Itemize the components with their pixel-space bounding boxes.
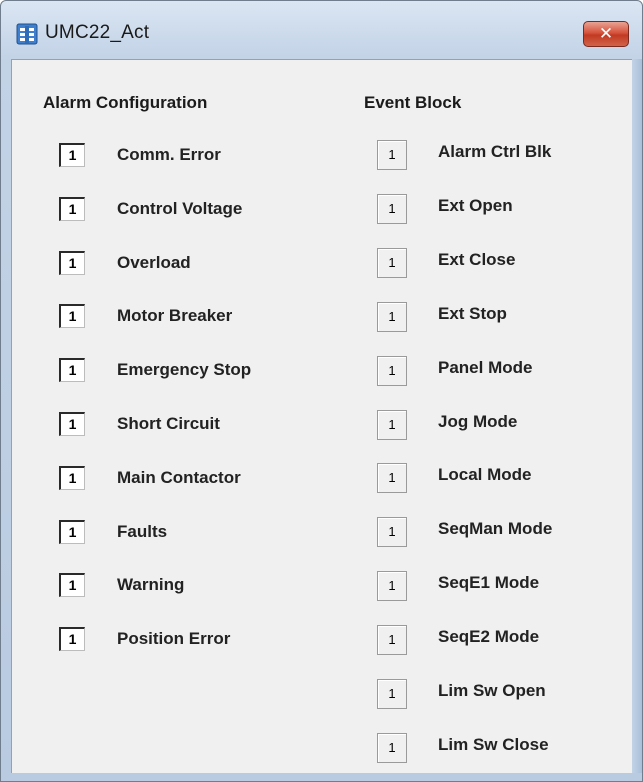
alarm-config-row: 1 Main Contactor: [59, 465, 319, 496]
alarm-config-row: 1 Short Circuit: [59, 412, 319, 442]
event-block-row: 1 SeqMan Mode: [377, 517, 627, 548]
alarm-config-label: Motor Breaker: [117, 306, 233, 326]
alarm-config-value-box[interactable]: 1: [59, 412, 85, 436]
event-block-value-box[interactable]: 1: [377, 409, 407, 440]
event-block-row: 1 Jog Mode: [377, 409, 627, 440]
alarm-config-value-box[interactable]: 1: [59, 358, 85, 383]
alarm-config-label: Overload: [117, 252, 191, 272]
event-block-row: 1 Ext Close: [377, 247, 627, 278]
alarm-config-row: 1 Position Error: [59, 627, 319, 657]
alarm-config-row: 1 Emergency Stop: [59, 358, 319, 388]
event-block-row: 1 SeqE1 Mode: [377, 571, 627, 602]
event-block-label: Panel Mode: [438, 357, 533, 377]
event-block-label: Ext Open: [438, 195, 513, 215]
close-icon: ✕: [598, 24, 614, 43]
event-block-label: SeqMan Mode: [438, 519, 553, 539]
event-block-row: 1 Local Mode: [377, 463, 627, 494]
app-window: UMC22_Act ✕ Alarm Configuration Event Bl…: [0, 0, 643, 782]
event-block-row: 1 SeqE2 Mode: [377, 625, 627, 656]
event-block-row: 1 Ext Stop: [377, 301, 627, 332]
event-block-value-box[interactable]: 1: [377, 517, 407, 548]
event-block-label: Jog Mode: [438, 411, 518, 431]
window-title: UMC22_Act: [45, 22, 150, 43]
window-frame-right: [632, 59, 642, 781]
alarm-config-value-box[interactable]: 1: [59, 519, 85, 544]
event-block-label: SeqE2 Mode: [438, 627, 540, 647]
alarm-config-row: 1 Faults: [59, 519, 319, 550]
event-block-value-box[interactable]: 1: [377, 679, 407, 709]
event-block-label: Ext Close: [438, 249, 516, 269]
alarm-config-label: Emergency Stop: [117, 360, 252, 380]
alarm-config-value-box[interactable]: 1: [59, 196, 85, 221]
event-block-value-box[interactable]: 1: [377, 193, 407, 224]
event-block-value-box[interactable]: 1: [377, 625, 407, 656]
event-block-row: 1 Alarm Ctrl Blk: [377, 140, 627, 170]
client-area: Alarm Configuration Event Block 1 Comm. E…: [11, 59, 634, 775]
alarm-config-label: Control Voltage: [117, 198, 243, 218]
event-block-value-box[interactable]: 1: [377, 140, 407, 170]
event-block-label: Lim Sw Open: [438, 681, 546, 700]
alarm-config-row: 1 Comm. Error: [59, 143, 319, 173]
alarm-config-label: Faults: [117, 521, 168, 541]
alarm-config-label: Position Error: [117, 629, 231, 649]
event-block-row: 1 Lim Sw Open: [377, 679, 627, 709]
event-block-label: Alarm Ctrl Blk: [438, 142, 552, 161]
event-block-heading: Event Block: [364, 93, 462, 112]
title-bar[interactable]: UMC22_Act ✕: [1, 1, 642, 59]
event-block-value-box[interactable]: 1: [377, 247, 407, 278]
app-window-icon: [16, 23, 38, 45]
alarm-config-value-box[interactable]: 1: [59, 250, 85, 275]
event-block-row: 1 Lim Sw Close: [377, 732, 627, 763]
close-button[interactable]: ✕: [583, 21, 629, 47]
alarm-config-row: 1 Warning: [59, 573, 319, 603]
alarm-config-value-box[interactable]: 1: [59, 573, 85, 598]
alarm-config-row: 1 Motor Breaker: [59, 304, 319, 334]
event-block-label: Local Mode: [438, 465, 532, 485]
event-block-value-box[interactable]: 1: [377, 301, 407, 332]
event-block-value-box[interactable]: 1: [377, 571, 407, 602]
alarm-config-value-box[interactable]: 1: [59, 143, 85, 167]
event-block-value-box[interactable]: 1: [377, 463, 407, 494]
alarm-config-label: Comm. Error: [117, 145, 221, 164]
event-block-row: 1 Ext Open: [377, 193, 627, 224]
event-block-label: SeqE1 Mode: [438, 573, 540, 593]
event-block-row: 1 Panel Mode: [377, 355, 627, 386]
alarm-config-value-box[interactable]: 1: [59, 304, 85, 329]
alarm-config-label: Short Circuit: [117, 414, 220, 433]
event-block-value-box[interactable]: 1: [377, 732, 407, 763]
alarm-config-label: Warning: [117, 575, 185, 595]
event-block-value-box[interactable]: 1: [377, 355, 407, 386]
event-block-label: Ext Stop: [438, 303, 507, 323]
alarm-config-label: Main Contactor: [117, 467, 241, 487]
event-block-label: Lim Sw Close: [438, 734, 549, 754]
window-frame-bottom: [1, 773, 642, 781]
alarm-config-row: 1 Control Voltage: [59, 196, 319, 227]
alarm-config-value-box[interactable]: 1: [59, 465, 85, 490]
alarm-configuration-heading: Alarm Configuration: [43, 93, 208, 112]
alarm-config-row: 1 Overload: [59, 250, 319, 281]
alarm-config-value-box[interactable]: 1: [59, 627, 85, 652]
